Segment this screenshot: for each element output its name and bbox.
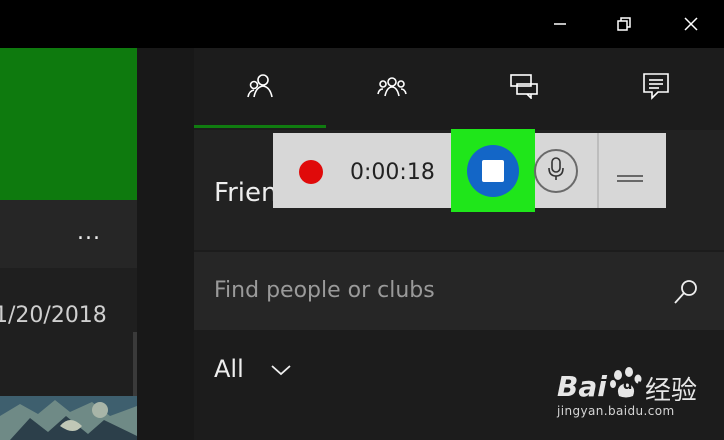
watermark-brand-latin: Bai <box>557 370 607 403</box>
watermark-url: jingyan.baidu.com <box>557 404 675 418</box>
activity-feed-icon <box>642 72 670 104</box>
close-icon[interactable] <box>668 0 714 48</box>
stop-icon <box>482 160 504 182</box>
stop-recording-button[interactable] <box>467 145 519 197</box>
microphone-icon <box>548 157 564 185</box>
watermark-brand-suffix: du <box>623 378 642 393</box>
search-icon[interactable] <box>672 278 700 310</box>
microphone-toggle-button[interactable] <box>534 149 578 193</box>
recording-timer: 0:00:18 <box>350 160 435 185</box>
watermark-brand-chinese: 经验 <box>645 376 698 406</box>
active-tab-indicator <box>194 125 326 128</box>
minimize-icon[interactable] <box>537 0 583 48</box>
tab-messages[interactable] <box>458 48 590 128</box>
recording-indicator <box>299 160 323 184</box>
messages-icon <box>509 73 539 103</box>
watermark: Bai du 经验 <box>557 360 717 436</box>
restore-icon[interactable] <box>601 0 647 48</box>
collapse-widget-icon[interactable] <box>617 168 643 187</box>
friends-icon <box>246 73 274 103</box>
recording-bar-divider <box>597 133 599 208</box>
game-thumbnail[interactable] <box>0 396 137 440</box>
more-options-button[interactable]: ... <box>77 220 101 245</box>
party-icon <box>377 74 407 102</box>
chevron-down-icon[interactable] <box>270 362 292 381</box>
title-bar <box>0 0 724 48</box>
tab-activity[interactable] <box>590 48 722 128</box>
divider-column <box>137 48 194 440</box>
search-input[interactable] <box>214 278 654 303</box>
friends-heading: Frien <box>214 178 278 208</box>
tab-friends[interactable] <box>194 48 326 128</box>
tab-party[interactable] <box>326 48 458 128</box>
filter-dropdown[interactable]: All <box>214 355 244 383</box>
game-tile[interactable] <box>0 48 137 200</box>
capture-date: 1/20/2018 <box>0 303 107 328</box>
left-more-row: ... <box>0 200 137 268</box>
